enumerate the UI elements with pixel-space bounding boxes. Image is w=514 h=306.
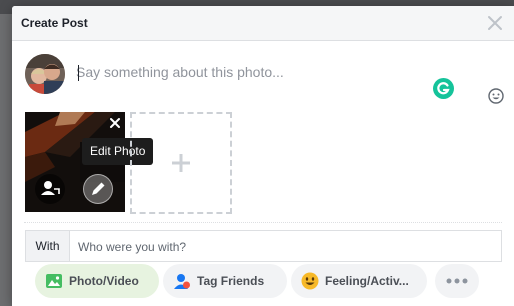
close-icon [110,118,120,128]
user-avatar[interactable] [25,54,65,94]
plus-icon [172,154,190,172]
close-button[interactable] [486,14,504,32]
emoji-button[interactable] [488,88,504,104]
smiley-icon [488,88,504,104]
add-photo-button[interactable] [130,112,232,214]
dialog-title: Create Post [21,16,88,30]
smiley-icon [301,272,319,290]
tag-person-button[interactable] [35,174,65,204]
grammarly-button[interactable] [433,78,454,99]
grammarly-icon [437,82,450,95]
status-input[interactable] [76,61,406,83]
text-caret [78,65,79,81]
post-actions-bar: Photo/Video Tag Friends Feeling/Activ... [25,264,514,298]
photo-icon [46,274,62,288]
with-label: With [26,231,70,261]
more-icon [446,278,468,284]
tag-friends-label: Tag Friends [197,274,265,288]
tag-friends-button[interactable]: Tag Friends [163,264,287,298]
close-icon [488,16,502,30]
edit-photo-button[interactable] [83,174,113,204]
tag-friends-icon [174,274,190,289]
remove-photo-button[interactable] [109,116,121,128]
feeling-activity-button[interactable]: Feeling/Activ... [291,264,427,298]
more-options-button[interactable] [435,264,479,298]
photo-video-label: Photo/Video [69,274,139,288]
with-friends-row: With [25,230,502,263]
pencil-icon [92,182,105,195]
create-post-dialog: Create Post Say something about this pho… [12,6,514,306]
divider [24,222,502,223]
tag-person-icon [41,181,60,195]
dialog-header: Create Post [12,6,514,41]
photo-video-button[interactable]: Photo/Video [35,264,159,298]
feeling-activity-label: Feeling/Activ... [325,274,409,288]
with-friends-input[interactable] [76,231,480,263]
